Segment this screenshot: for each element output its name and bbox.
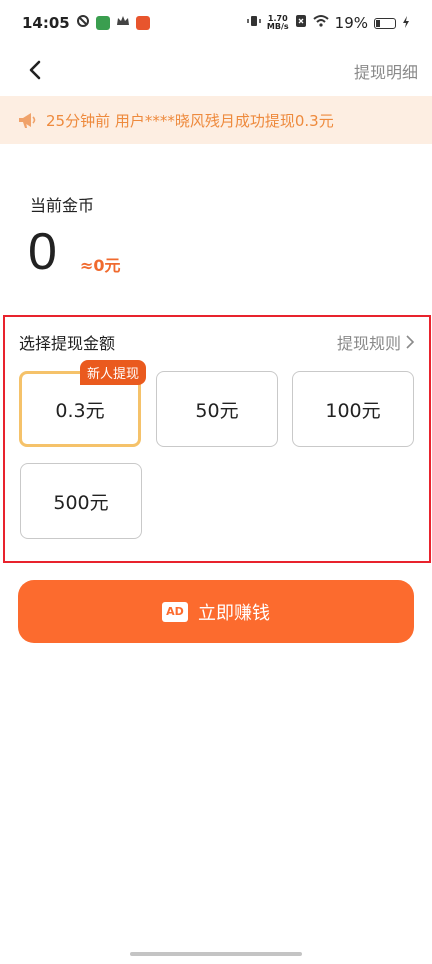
sync-icon [76,14,90,32]
home-indicator[interactable] [130,952,302,956]
megaphone-icon [19,113,36,128]
wifi-icon [313,14,329,32]
battery-percent: 19% [334,14,368,32]
amount-option-500[interactable]: 500元 [20,463,142,539]
status-bar-right: 1.70 MB/s 19% [247,14,410,32]
status-bar: 14:05 1.70 MB/s 19% [0,0,432,46]
nav-bar: 提现明细 [0,46,432,96]
withdraw-amount-section: 选择提现金额 提现规则 0.3元 新人提现 50元 100元 500元 [3,315,431,563]
chevron-left-icon [29,60,41,80]
current-coins-value: 0 [28,223,57,281]
earn-now-label: 立即赚钱 [198,602,270,624]
vibrate-icon [247,14,261,32]
withdraw-rules-link[interactable]: 提现规则 [337,330,415,354]
crown-icon [116,14,130,32]
charging-icon [402,14,410,32]
coins-cash-equivalent: ≈0元 [80,256,121,275]
notice-text: 25分钟前 用户****晓风残月成功提现0.3元 [46,111,334,130]
status-time: 14:05 [22,14,70,32]
amount-option-label: 100元 [325,399,381,422]
amount-option-100[interactable]: 100元 [292,371,414,447]
network-speed: 1.70 MB/s [267,15,289,31]
amount-option-50[interactable]: 50元 [156,371,278,447]
notice-bar: 25分钟前 用户****晓风残月成功提现0.3元 [0,96,432,144]
amount-option-label: 500元 [53,491,109,514]
amount-option-0-3[interactable]: 0.3元 新人提现 [19,360,146,447]
amount-option-label: 0.3元 [55,399,105,422]
withdraw-rules-label: 提现规则 [336,334,401,353]
current-coins-label: 当前金币 [30,196,95,215]
app-icon-red [135,16,150,30]
battery-icon [374,17,396,29]
earn-now-button[interactable]: AD 立即赚钱 [18,580,414,643]
back-button[interactable] [22,56,52,86]
ad-icon: AD [162,601,188,622]
status-bar-left: 14:05 [22,14,150,32]
amount-option-label: 50元 [195,399,239,422]
network-speed-unit: MB/s [266,22,289,31]
sim-icon [295,14,307,32]
new-user-badge: 新人提现 [79,360,146,385]
app-icon-green [95,16,110,30]
withdraw-detail-link[interactable]: 提现明细 [354,59,418,83]
chevron-right-icon [406,335,415,349]
amount-section-title: 选择提现金额 [19,334,116,353]
